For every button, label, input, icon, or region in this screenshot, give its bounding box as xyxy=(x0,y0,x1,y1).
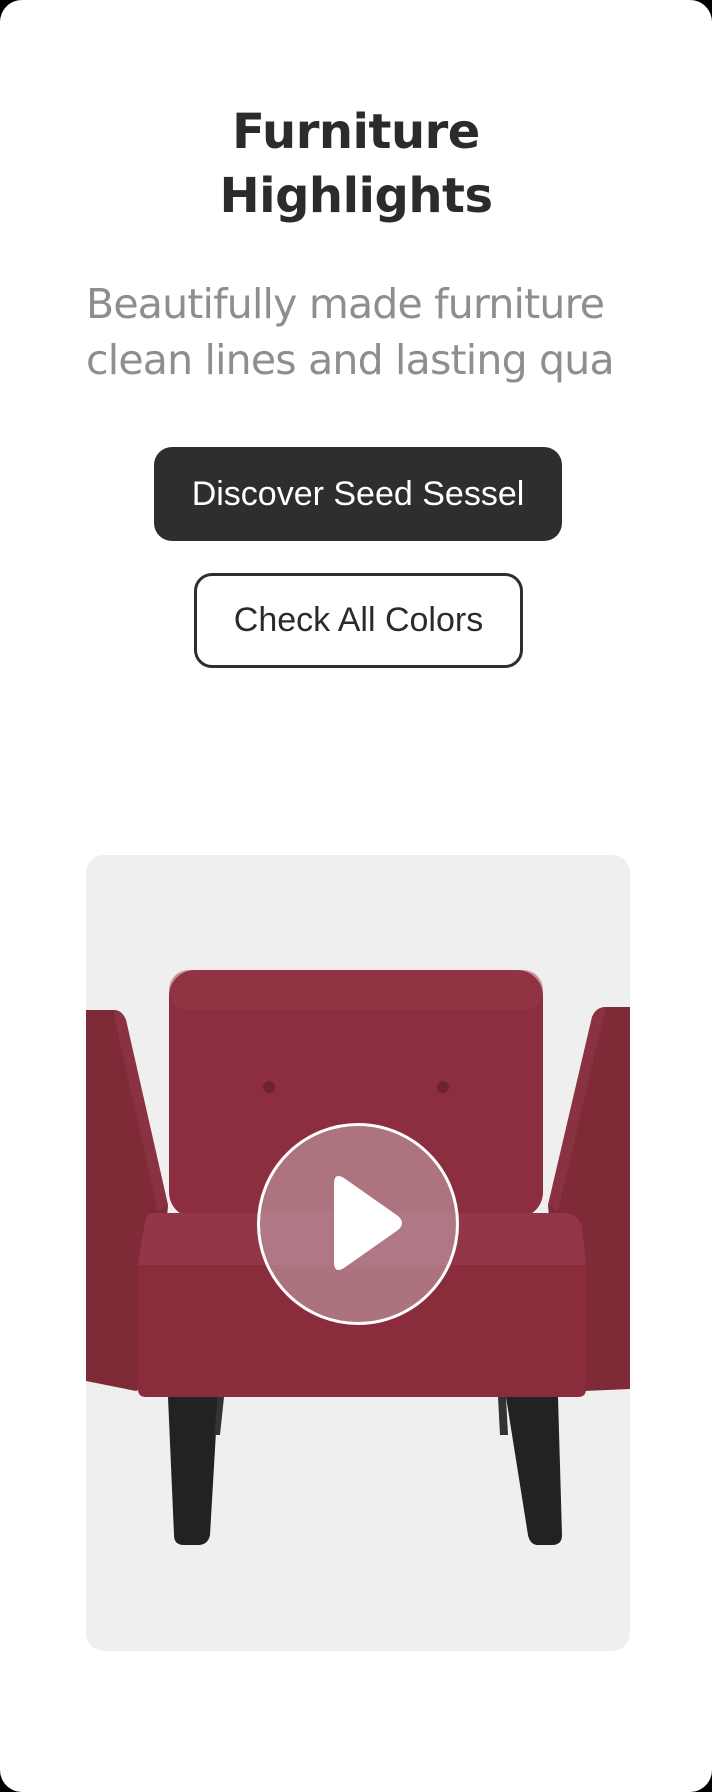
subtitle-line-2: clean lines and lasting qua xyxy=(86,336,615,384)
title-line-1: Furniture xyxy=(232,104,480,160)
play-video-button[interactable] xyxy=(257,1123,459,1325)
subtitle-container: Beautifully made furniture clean lines a… xyxy=(86,276,630,396)
subtitle-line-1: Beautifully made furniture xyxy=(86,280,605,328)
check-all-colors-button[interactable]: Check All Colors xyxy=(194,573,523,668)
subtitle: Beautifully made furniture clean lines a… xyxy=(86,276,630,388)
product-video[interactable] xyxy=(86,855,630,1651)
page: Furniture Highlights Beautifully made fu… xyxy=(0,0,712,1792)
title-line-2: Highlights xyxy=(219,168,493,224)
page-title: Furniture Highlights xyxy=(0,100,712,228)
play-icon xyxy=(334,1176,402,1270)
discover-seed-sessel-button[interactable]: Discover Seed Sessel xyxy=(154,447,562,541)
